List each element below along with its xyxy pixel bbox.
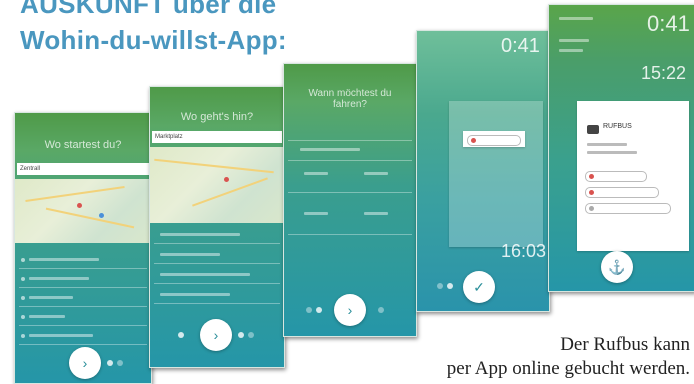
anchor-icon: ⚓ <box>608 259 626 275</box>
map-view[interactable] <box>150 147 284 223</box>
caption-line-2: per App online gebucht werden. <box>446 358 690 379</box>
map-view[interactable] <box>15 179 151 243</box>
search-input[interactable]: Zentrall <box>17 163 149 175</box>
page-indicator-dot <box>306 307 312 313</box>
screen-destination: Wo geht's hin? Marktplatz › <box>149 86 285 368</box>
next-button[interactable]: › <box>334 294 366 326</box>
info-card <box>449 101 543 247</box>
page-indicator-dot <box>248 332 254 338</box>
map-pin-icon <box>224 177 229 182</box>
next-button[interactable]: › <box>200 319 232 351</box>
page-indicator-dot <box>117 360 123 366</box>
screen-title: Wann möchtest du fahren? <box>284 88 416 110</box>
page-indicator-dot <box>107 360 113 366</box>
arrival-time: 16:03 <box>501 241 547 261</box>
headline-line-2: Wohin-du-willst-App: <box>20 25 287 55</box>
departure-time: 0:41 <box>647 11 690 36</box>
next-button[interactable]: › <box>69 347 101 379</box>
bus-label: RUFBUS <box>603 123 632 130</box>
headline-line-1: AUSKUNFT über die <box>20 0 277 19</box>
book-button[interactable]: ⚓ <box>601 251 633 283</box>
headline: AUSKUNFT über die Wohin-du-willst-App: <box>20 0 287 58</box>
page-indicator-dot <box>437 283 443 289</box>
screen-title: Wo startest du? <box>44 139 122 151</box>
screen-title: Wo geht's hin? <box>180 111 254 123</box>
map-pin-icon <box>77 203 82 208</box>
screen-rufbus-booking: 0:41 15:22 RUFBUS ⚓ <box>548 4 694 292</box>
page-indicator-dot <box>316 307 322 313</box>
checkmark-icon: ✓ <box>473 279 485 295</box>
search-input[interactable]: Marktplatz <box>152 131 282 143</box>
page-indicator-dot <box>447 283 453 289</box>
page-indicator-dot <box>378 307 384 313</box>
option-button[interactable] <box>585 187 659 198</box>
departure-time: 0:41 <box>501 35 540 57</box>
screen-confirm: 0:41 16:03 ✓ <box>416 30 550 312</box>
chevron-right-icon: › <box>82 355 88 371</box>
page-indicator-dot <box>178 332 184 338</box>
map-pin-icon <box>99 213 104 218</box>
booking-card: RUFBUS <box>577 101 689 251</box>
bus-icon <box>587 125 599 134</box>
screen-start-location: Wo startest du? Zentrall › <box>14 112 152 384</box>
option-button[interactable] <box>585 203 671 214</box>
option-button[interactable] <box>585 171 647 182</box>
chevron-right-icon: › <box>347 302 353 318</box>
page-indicator-dot <box>238 332 244 338</box>
arrival-time: 15:22 <box>641 63 687 83</box>
caption-line-1: Der Rufbus kann <box>560 334 690 355</box>
screen-departure-time: Wann möchtest du fahren? › <box>283 63 417 337</box>
confirm-button[interactable]: ✓ <box>463 271 495 303</box>
screen-title-line-2: fahren? <box>333 99 367 110</box>
caption: Der Rufbus kann per App online gebucht w… <box>447 333 690 381</box>
screen-title-line-1: Wann möchtest du <box>308 88 392 99</box>
chevron-right-icon: › <box>213 327 219 343</box>
